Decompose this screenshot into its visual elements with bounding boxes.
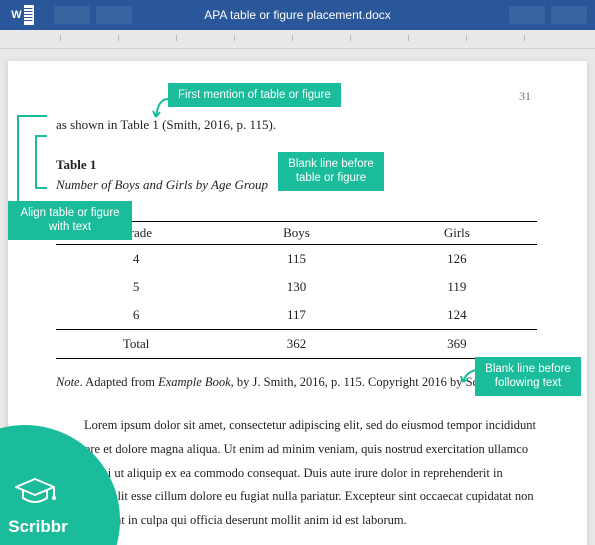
bracket-line-icon [17,115,47,117]
col-header: Girls [377,222,537,245]
titlebar: W APA table or figure placement.docx [0,0,595,30]
bracket-icon [35,135,47,189]
data-table: Grade Boys Girls 4 115 126 5 130 119 [56,221,537,359]
callout-align: Align table or figure with text [8,201,132,240]
table-row: 6 117 124 [56,301,537,330]
callout-pointer-icon [460,368,478,386]
first-mention-text: as shown in Table 1 (Smith, 2016, p. 115… [56,117,537,133]
page: 31 as shown in Table 1 (Smith, 2016, p. … [8,61,587,545]
callout-blank-before: Blank line before table or figure [278,152,384,191]
svg-text:W: W [11,9,22,21]
page-number: 31 [519,89,531,104]
bracket-line-icon [17,115,27,201]
table-row: 5 130 119 [56,273,537,301]
callout-first-mention: First mention of table or figure [168,83,341,107]
callout-pointer-icon [152,97,168,121]
toolbar-button[interactable] [96,6,132,24]
toolbar-button[interactable] [551,6,587,24]
body-paragraph: Lorem ipsum dolor sit amet, consectetur … [56,414,537,533]
note-label: Note [56,375,80,389]
document-area[interactable]: 31 as shown in Table 1 (Smith, 2016, p. … [0,49,595,545]
toolbar-button[interactable] [54,6,90,24]
callout-blank-after: Blank line before following text [475,357,581,396]
table-total-row: Total 362 369 [56,330,537,359]
col-header: Boys [216,222,376,245]
ruler [0,30,595,49]
table-row: 4 115 126 [56,245,537,274]
word-icon: W [8,2,36,28]
toolbar-button[interactable] [509,6,545,24]
